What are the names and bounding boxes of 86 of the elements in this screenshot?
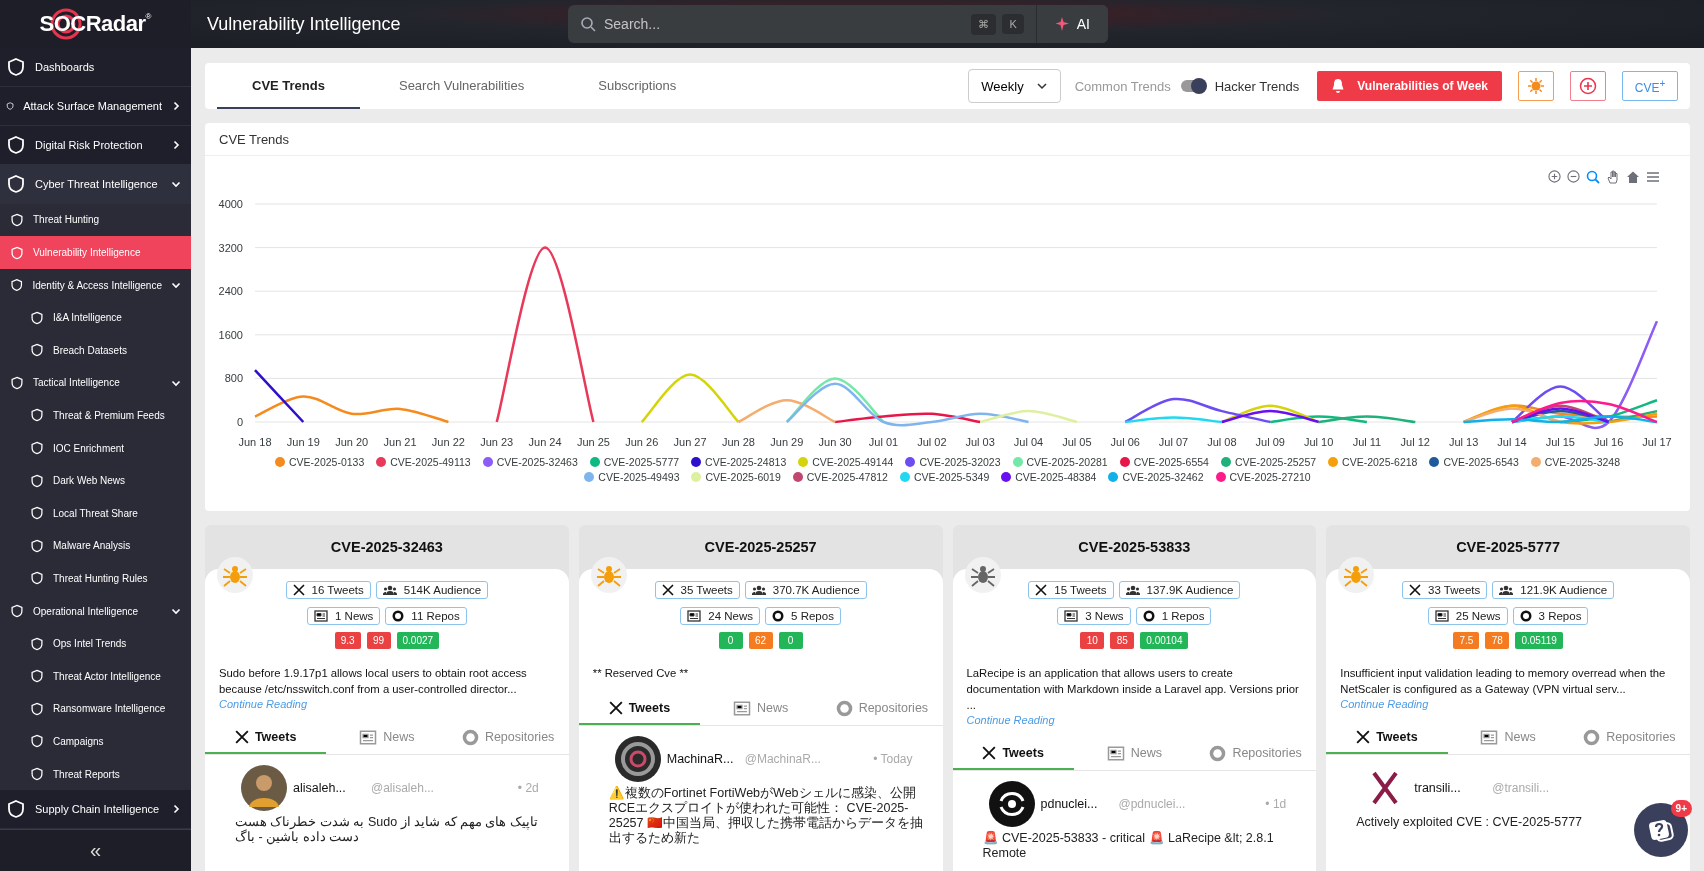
axis-tick-label: Jul 06 xyxy=(1110,436,1140,448)
axis-tick-label: 3200 xyxy=(218,241,243,254)
score-badge: 0 xyxy=(778,632,803,649)
stat-chip: 3 Repos xyxy=(1512,607,1589,625)
score-badge: 9.3 xyxy=(334,632,361,649)
axis-tick-label: Jun 28 xyxy=(721,436,755,448)
axis-tick-label: 2400 xyxy=(218,285,243,298)
axis-tick-label: Jul 05 xyxy=(1062,436,1092,448)
tweet-text: ⚠複数のFortinet FortiWebがWebシェルに感染、公開RCEエクスプロイトが使われた可能性： CVE-2025-25257 🇨🇳中国当局、押収した携帯電話からデータを抽出するため新た xyxy=(608,786,924,846)
tweet-time: • Today xyxy=(873,752,914,766)
author-handle: @pdnuclei... xyxy=(1117,797,1187,811)
axis-tick-label: Jun 18 xyxy=(238,436,272,448)
axis-tick-label: Jul 16 xyxy=(1594,436,1624,448)
score-badge: 0.0027 xyxy=(396,632,440,649)
stat-chip: 24 News xyxy=(680,607,761,625)
axis-tick-label: Jul 12 xyxy=(1400,436,1430,448)
axis-tick-label: 1600 xyxy=(218,328,243,341)
registered-mark: ® xyxy=(145,12,152,21)
axis-tick-label: Jul 04 xyxy=(1013,436,1044,448)
axis-tick-label: Jun 23 xyxy=(480,436,514,448)
stat-chip: 1 Repos xyxy=(1135,607,1212,625)
score-badge: 85 xyxy=(1110,632,1135,649)
score-badge: 62 xyxy=(748,632,773,649)
keyboard-key: K xyxy=(1002,14,1024,34)
score-badge: 7.5 xyxy=(1453,632,1480,649)
axis-tick-label: Jun 22 xyxy=(431,436,465,448)
axis-tick-label: Jul 07 xyxy=(1158,436,1189,448)
stat-chip: 514K Audience xyxy=(375,581,489,599)
axis-tick-label: Jul 17 xyxy=(1642,436,1672,448)
tweet-text: 🚨 CVE-2025-53833 - critical 🚨 LaRecipe &lt; 2.8.1 Remote xyxy=(982,831,1275,861)
stat-chip: 121.9K Audience xyxy=(1492,581,1615,599)
description: Insufficient input validation leading to memory overread when the NetScaler is configured as a Gateway (VPN virtual serv... xyxy=(1340,666,1667,697)
axis-tick-label: Jun 21 xyxy=(383,436,417,448)
author-handle: @alisaleh... xyxy=(370,781,435,795)
tweet-text: به شدت خطرناک هست Sudo تاپیک های مهم که شاید از دست داده باشین - باگ xyxy=(235,815,539,845)
stat-chip: 35 Tweets xyxy=(654,581,740,599)
axis-tick-label: 0 xyxy=(236,416,243,428)
description: ** Reserved Cve ** xyxy=(592,666,690,681)
stat-chip: 16 Tweets xyxy=(285,581,371,599)
stat-chip: 370.7K Audience xyxy=(744,581,867,599)
axis-tick-label: Jul 01 xyxy=(868,436,899,448)
axis-tick-label: Jun 27 xyxy=(673,436,707,448)
stat-chip: 15 Tweets xyxy=(1028,581,1114,599)
axis-tick-label: Jul 13 xyxy=(1448,436,1479,448)
axis-tick-label: Jun 20 xyxy=(335,436,369,448)
axis-tick-label: 800 xyxy=(224,372,243,385)
score-badge: 0 xyxy=(718,632,743,649)
axis-tick-label: Jun 19 xyxy=(286,436,320,448)
axis-tick-label: Jul 03 xyxy=(965,436,995,448)
score-badge: 0.00104 xyxy=(1140,632,1189,649)
tweet-time: • 2d xyxy=(517,781,540,795)
axis-tick-label: Jul 10 xyxy=(1303,436,1334,448)
axis-tick-label: Jul 11 xyxy=(1352,436,1382,448)
stat-chip: 33 Tweets xyxy=(1402,581,1488,599)
axis-tick-label: Jun 24 xyxy=(528,436,562,448)
axis-tick-label: Jun 29 xyxy=(770,436,804,448)
axis-tick-label: Jul 15 xyxy=(1545,436,1575,448)
stat-chip: 1 News xyxy=(307,607,381,625)
keyboard-key: ⌘ xyxy=(971,13,997,35)
score-badge: 78 xyxy=(1485,632,1510,649)
stat-chip: 11 Repos xyxy=(385,607,467,625)
axis-tick-label: Jul 08 xyxy=(1207,436,1237,448)
score-badge: 10 xyxy=(1080,632,1105,649)
tweet-time: • 1d xyxy=(1265,797,1288,811)
stat-chip: 3 News xyxy=(1057,607,1131,625)
stat-chip: 137.9K Audience xyxy=(1118,581,1241,599)
axis-tick-label: Jul 02 xyxy=(917,436,947,448)
stat-chip: 5 Repos xyxy=(765,607,841,625)
author-handle: @transili... xyxy=(1491,781,1551,795)
description: Sudo before 1.9.17p1 allows local users to obtain root access because /etc/nsswitch.conf from a user-controlled director... xyxy=(219,666,528,697)
author-handle: @MachinaR... xyxy=(743,752,822,766)
axis-tick-label: Jul 14 xyxy=(1497,436,1527,448)
toggle-label: Common Trends xyxy=(1074,78,1171,94)
page-title: Vulnerability Intelligence xyxy=(207,13,402,35)
description: LaRecipe is an application that allows users to create documentation with Markdown inside a Laravel app. Versions prior ... xyxy=(966,666,1300,713)
toggle-label: Hacker Trends xyxy=(1214,78,1300,94)
chart-title: CVE Trends xyxy=(219,131,290,147)
axis-tick-label: Jun 30 xyxy=(818,436,852,448)
axis-tick-label: 4000 xyxy=(218,198,243,210)
stat-chip: 25 News xyxy=(1427,607,1508,625)
score-badge: 0.05119 xyxy=(1515,632,1563,649)
tweet-text: Actively exploited CVE : CVE-2025-5777 xyxy=(1356,815,1584,830)
axis-tick-label: Jul 09 xyxy=(1255,436,1285,448)
axis-tick-label: Jun 26 xyxy=(625,436,659,448)
axis-tick-label: Jun 25 xyxy=(576,436,610,448)
score-badge: 99 xyxy=(366,632,391,649)
